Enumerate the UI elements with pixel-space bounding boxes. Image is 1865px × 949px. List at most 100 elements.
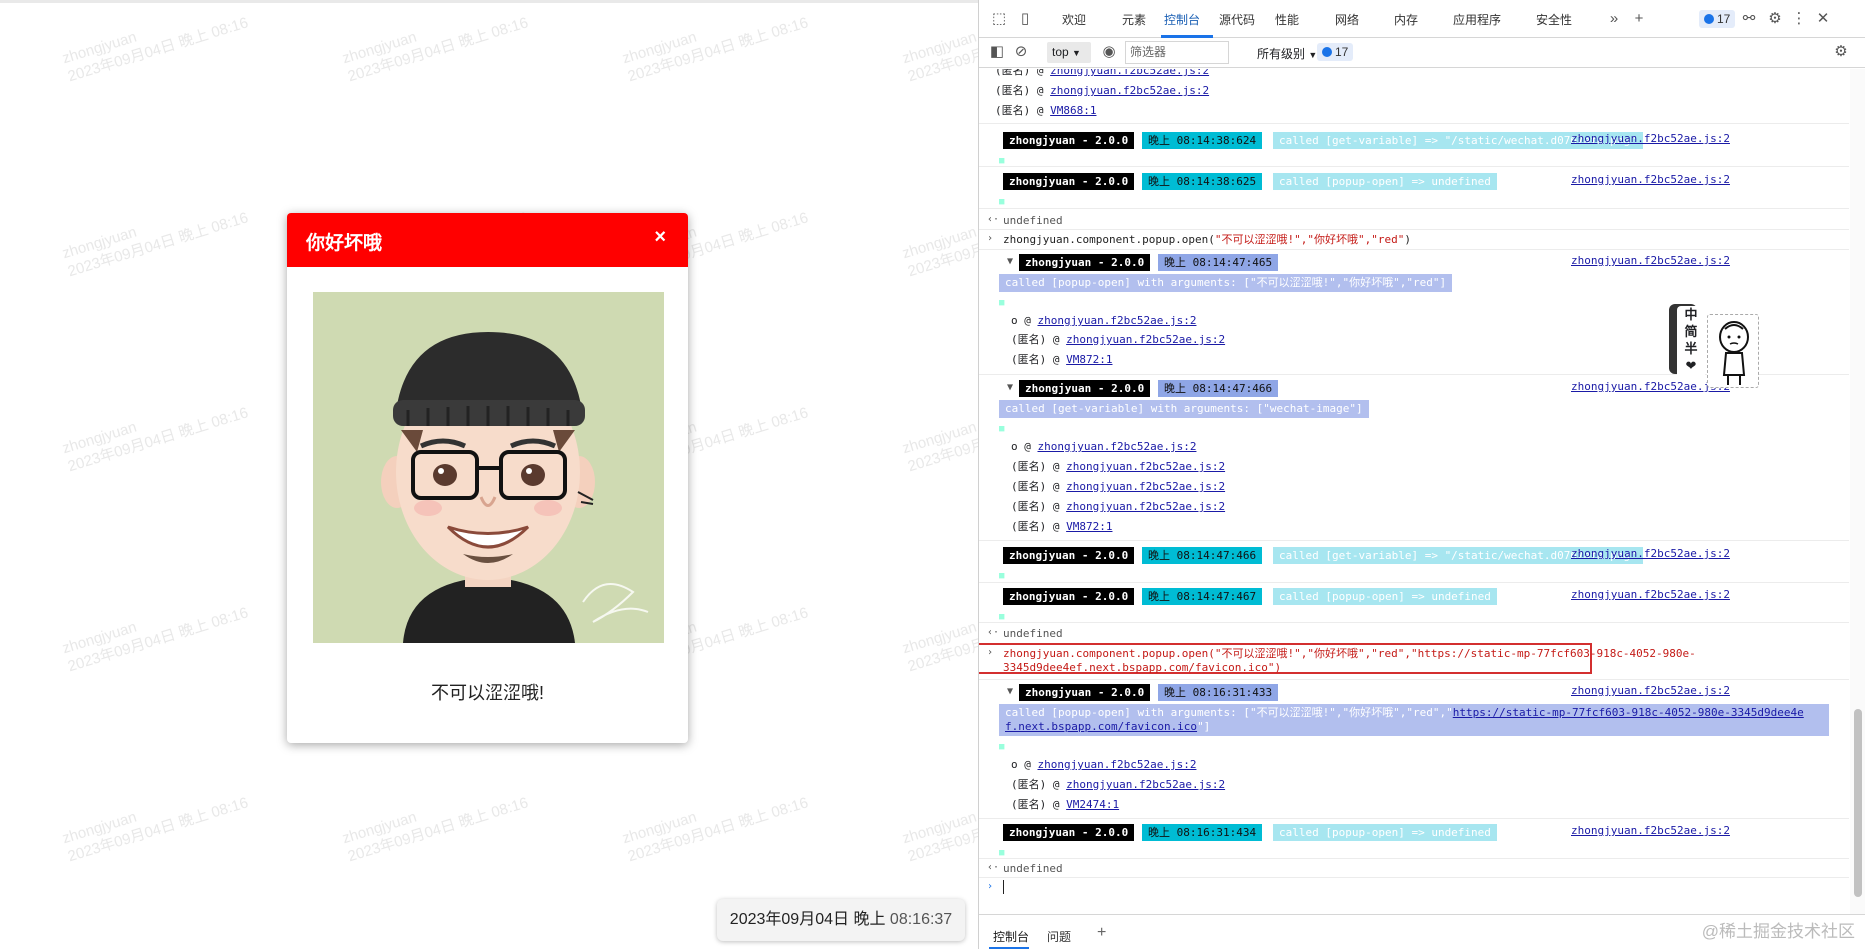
url-link[interactable]: https://static-mp-77fcf603-918c-4052-980… [1453, 706, 1804, 719]
tab-performance[interactable]: 性能 [1275, 11, 1299, 28]
source-link[interactable]: zhongjyuan.f2bc52ae.js:2 [1066, 480, 1225, 493]
sidebar-toggle-icon[interactable]: ◧ [987, 42, 1007, 62]
log-time-tag: 晚上 08:14:47:466 [1142, 547, 1263, 564]
expand-triangle-icon[interactable]: ▼ [1007, 382, 1013, 393]
source-link[interactable]: zhongjyuan.f2bc52ae.js:2 [1038, 440, 1197, 453]
source-link[interactable]: zhongjyuan.f2bc52ae.js:2 [1066, 333, 1225, 346]
watermark-text: zhongjyuan2023年09月04日 晚上 08:16 [340, 794, 531, 866]
avatar-image [313, 292, 664, 643]
tab-sources[interactable]: 源代码 [1219, 11, 1255, 28]
source-link[interactable]: zhongjyuan.f2bc52ae.js:2 [1038, 314, 1197, 327]
source-link[interactable]: zhongjyuan.f2bc52ae.js:2 [1571, 547, 1730, 560]
log-time-tag: 晚上 08:16:31:433 [1158, 684, 1279, 701]
drawer-tab-issues[interactable]: 问题 [1047, 928, 1071, 945]
stack-frame: (匿名) @ VM868:1 [995, 104, 1097, 117]
add-drawer-tab-icon[interactable]: + [1097, 924, 1106, 942]
source-link[interactable]: zhongjyuan.f2bc52ae.js:2 [1571, 588, 1730, 601]
watermark-text: zhongjyuan2023年09月04日 晚上 08:16 [900, 404, 978, 476]
sticker-widget[interactable]: 中 简 半 ❤ [1659, 298, 1759, 393]
vm-link[interactable]: VM2474:1 [1066, 798, 1119, 811]
close-icon[interactable]: × [654, 226, 666, 249]
vm-link[interactable]: VM872:1 [1066, 353, 1112, 366]
log-message-block: called [get-variable] with arguments: ["… [999, 400, 1369, 418]
source-link[interactable]: zhongjyuan.f2bc52ae.js:2 [1066, 460, 1225, 473]
chevron-down-icon: ▼ [1308, 50, 1318, 60]
time-text: 08:16:37 [889, 911, 953, 928]
tab-welcome[interactable]: 欢迎 [1062, 11, 1086, 28]
result-arrow-icon: ‹· [987, 862, 1000, 873]
log-message-block: called [popup-open] with arguments: ["不可… [999, 704, 1829, 736]
tab-elements[interactable]: 元素 [1122, 11, 1146, 28]
log-levels-dropdown[interactable]: 所有级别 ▼ [1257, 45, 1317, 62]
console-command: zhongjyuan.component.popup.open("不可以涩涩哦!… [1003, 233, 1412, 246]
console-settings-icon[interactable]: ⚙ [1831, 42, 1851, 62]
log-time-tag: 晚上 08:14:47:466 [1158, 380, 1279, 397]
source-link[interactable]: zhongjyuan.f2bc52ae.js:2 [1066, 778, 1225, 791]
drawer-tab-console[interactable]: 控制台 [993, 928, 1029, 945]
vm-link[interactable]: VM872:1 [1066, 520, 1112, 533]
input-arrow-icon: › [987, 233, 994, 244]
tab-console[interactable]: 控制台 [1164, 11, 1200, 28]
source-link[interactable]: zhongjyuan.f2bc52ae.js:2 [1571, 132, 1730, 145]
corner-watermark: @稀土掘金技术社区 [1701, 922, 1855, 941]
log-message-tag: called [popup-open] => undefined [1273, 588, 1497, 605]
source-link[interactable]: zhongjyuan.f2bc52ae.js:2 [1050, 69, 1209, 77]
clear-console-icon[interactable]: ⊘ [1011, 42, 1031, 62]
expand-triangle-icon[interactable]: ▼ [1007, 686, 1013, 697]
popup-dialog: 你好坏哦 × 不可以涩涩哦! [287, 213, 688, 743]
tab-network[interactable]: 网络 [1335, 11, 1359, 28]
log-dot: ■ [999, 156, 1005, 166]
add-tab-icon[interactable]: + [1629, 9, 1649, 29]
log-message-tag: called [popup-open] => undefined [1273, 824, 1497, 841]
row-separator [979, 249, 1849, 250]
source-link[interactable]: zhongjyuan.f2bc52ae.js:2 [1050, 84, 1209, 97]
issues-badge[interactable]: 17 [1699, 10, 1736, 28]
vm-link[interactable]: VM868:1 [1050, 104, 1096, 117]
watermark-text: zhongjyuan2023年09月04日 晚上 08:16 [620, 14, 811, 86]
inspect-element-icon[interactable]: ⬚ [989, 9, 1009, 29]
page-top-border [0, 0, 978, 3]
levels-badge[interactable]: 17 [1317, 43, 1354, 61]
devtools-tabbar: ⬚ ▯ 欢迎 元素 控制台 源代码 性能 网络 内存 应用程序 安全性 » + … [979, 0, 1865, 38]
more-tabs-icon[interactable]: » [1604, 9, 1624, 29]
log-dot: ■ [999, 571, 1005, 581]
settings-icon[interactable]: ⚙ [1765, 9, 1785, 29]
console-prompt-input[interactable] [1003, 880, 1005, 894]
eye-icon[interactable]: ◉ [1099, 42, 1119, 62]
watermark-text: zhongjyuan2023年09月04日 晚上 08:16 [900, 14, 978, 86]
row-separator [979, 622, 1849, 623]
source-link[interactable]: zhongjyuan.f2bc52ae.js:2 [1571, 173, 1730, 186]
date-text: 2023年09月04日 [729, 911, 849, 928]
context-selector[interactable]: top ▼ [1047, 42, 1091, 63]
customize-icon[interactable]: ⚯ [1739, 9, 1759, 29]
source-link[interactable]: zhongjyuan.f2bc52ae.js:2 [1571, 824, 1730, 837]
stack-frame: (匿名) @ zhongjyuan.f2bc52ae.js:2 [1011, 460, 1226, 473]
log-time-tag: 晚上 08:14:47:467 [1142, 588, 1263, 605]
period-text: 晚上 [853, 911, 886, 928]
tab-memory[interactable]: 内存 [1394, 11, 1418, 28]
source-link[interactable]: zhongjyuan.f2bc52ae.js:2 [1571, 254, 1730, 267]
expand-triangle-icon[interactable]: ▼ [1007, 256, 1013, 267]
more-options-icon[interactable]: ⋮ [1789, 9, 1809, 29]
scrollbar-thumb[interactable] [1854, 709, 1862, 897]
source-link[interactable]: zhongjyuan.f2bc52ae.js:2 [1066, 500, 1225, 513]
stack-frame: o @ zhongjyuan.f2bc52ae.js:2 [1011, 314, 1197, 327]
log-time-tag: 晚上 08:16:31:434 [1142, 824, 1263, 841]
log-message-block: called [popup-open] with arguments: ["不可… [999, 274, 1453, 292]
filter-input[interactable]: 筛选器 [1125, 41, 1229, 64]
row-separator [979, 818, 1849, 819]
stack-frame: (匿名) @ zhongjyuan.f2bc52ae.js:2 [995, 84, 1210, 97]
watermark-text: zhongjyuan2023年09月04日 晚上 08:16 [60, 14, 251, 86]
console-scrollbar[interactable] [1850, 69, 1865, 914]
source-link[interactable]: zhongjyuan.f2bc52ae.js:2 [1571, 684, 1730, 697]
result-value: undefined [1003, 862, 1063, 875]
stack-frame: (匿名) @ VM872:1 [1011, 353, 1113, 366]
close-devtools-icon[interactable]: ✕ [1813, 9, 1833, 29]
row-separator [979, 166, 1849, 167]
source-link[interactable]: zhongjyuan.f2bc52ae.js:2 [1038, 758, 1197, 771]
device-toolbar-icon[interactable]: ▯ [1015, 9, 1035, 29]
url-link[interactable]: f.next.bspapp.com/favicon.ico [1005, 720, 1197, 733]
tab-security[interactable]: 安全性 [1536, 11, 1572, 28]
prompt-arrow-icon: › [987, 881, 994, 892]
tab-application[interactable]: 应用程序 [1453, 11, 1501, 28]
